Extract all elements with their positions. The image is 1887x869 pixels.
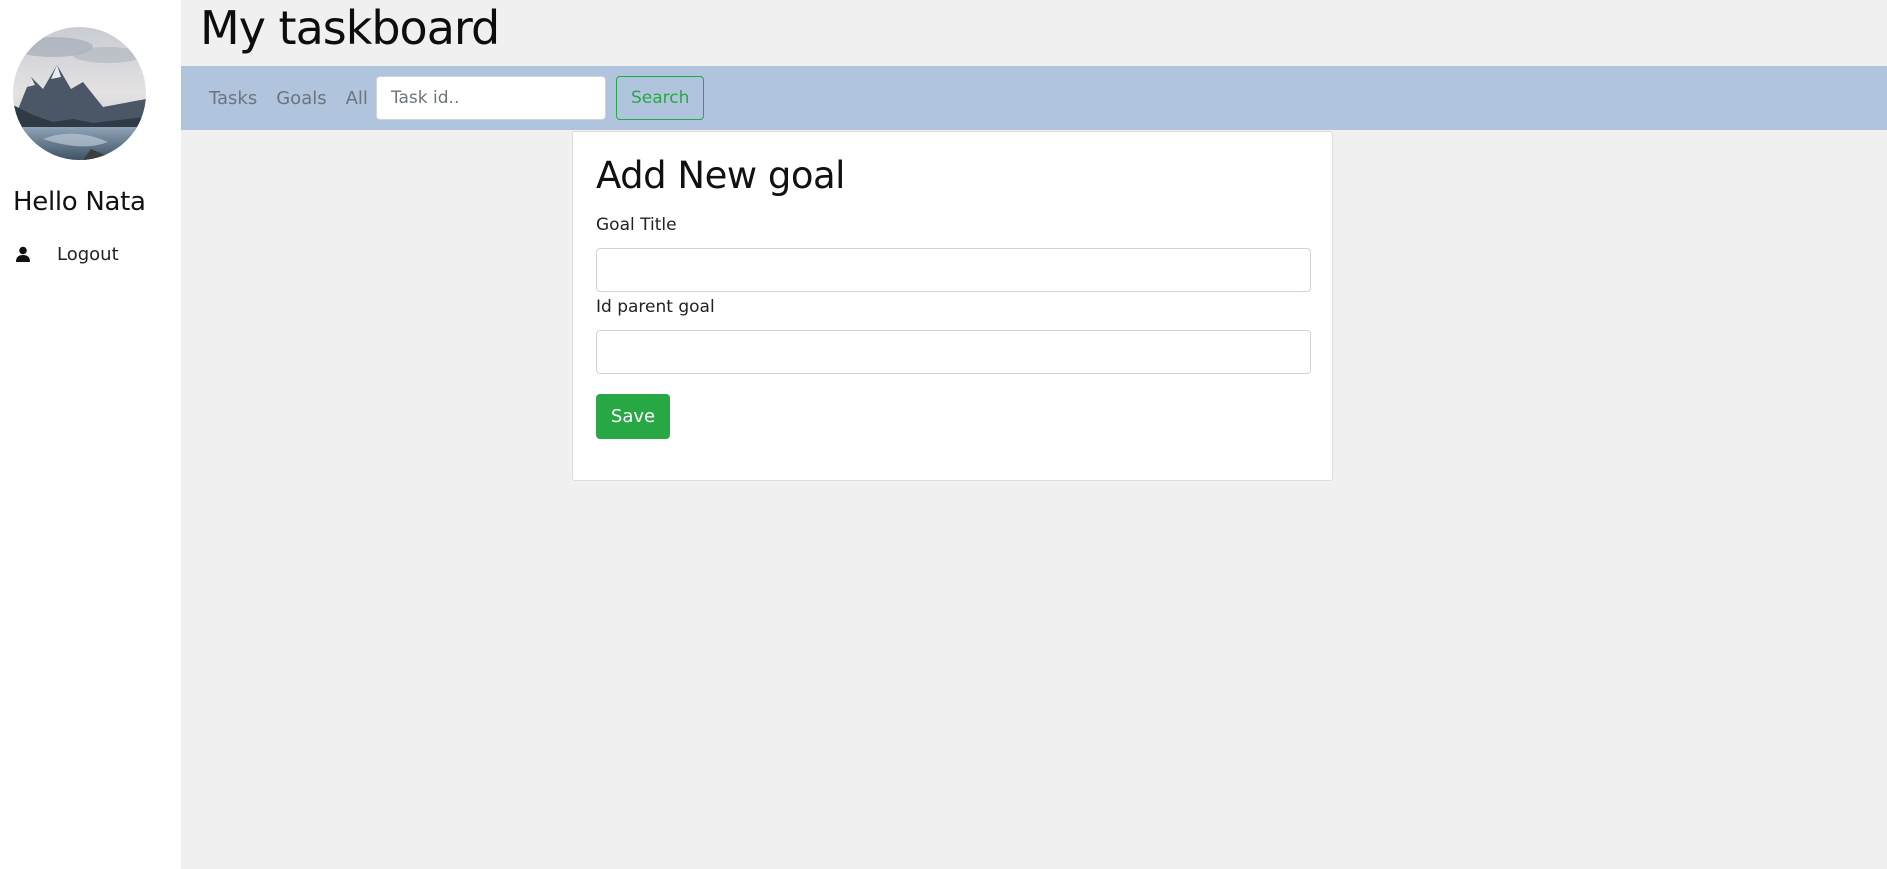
navbar: Tasks Goals All Search — [181, 66, 1887, 130]
page: Hello Nata Logout My taskboard Tasks Goa… — [0, 0, 1887, 869]
search-button[interactable]: Search — [615, 76, 705, 120]
goal-title-label: Goal Title — [596, 215, 677, 235]
form-title: Add New goal — [596, 154, 845, 197]
user-icon — [16, 246, 32, 264]
add-goal-card: Add New goal Goal Title Id parent goal S… — [572, 131, 1333, 481]
page-title: My taskboard — [200, 1, 500, 55]
mountain-lake-photo — [13, 27, 146, 160]
task-id-search-input[interactable] — [375, 76, 606, 120]
goal-title-input[interactable] — [596, 248, 1311, 292]
logout-label: Logout — [57, 244, 119, 265]
save-button[interactable]: Save — [596, 394, 670, 439]
sidebar: Hello Nata Logout — [0, 0, 181, 869]
avatar — [13, 27, 146, 160]
parent-goal-id-label: Id parent goal — [596, 297, 715, 317]
nav-link-goals[interactable]: Goals — [276, 88, 326, 109]
logout-link[interactable]: Logout — [16, 244, 119, 265]
nav-link-all[interactable]: All — [346, 88, 368, 109]
greeting: Hello Nata — [13, 187, 146, 217]
nav-link-tasks[interactable]: Tasks — [209, 88, 257, 109]
parent-goal-id-input[interactable] — [596, 330, 1311, 374]
main-area: My taskboard Tasks Goals All Search Add … — [181, 0, 1887, 869]
